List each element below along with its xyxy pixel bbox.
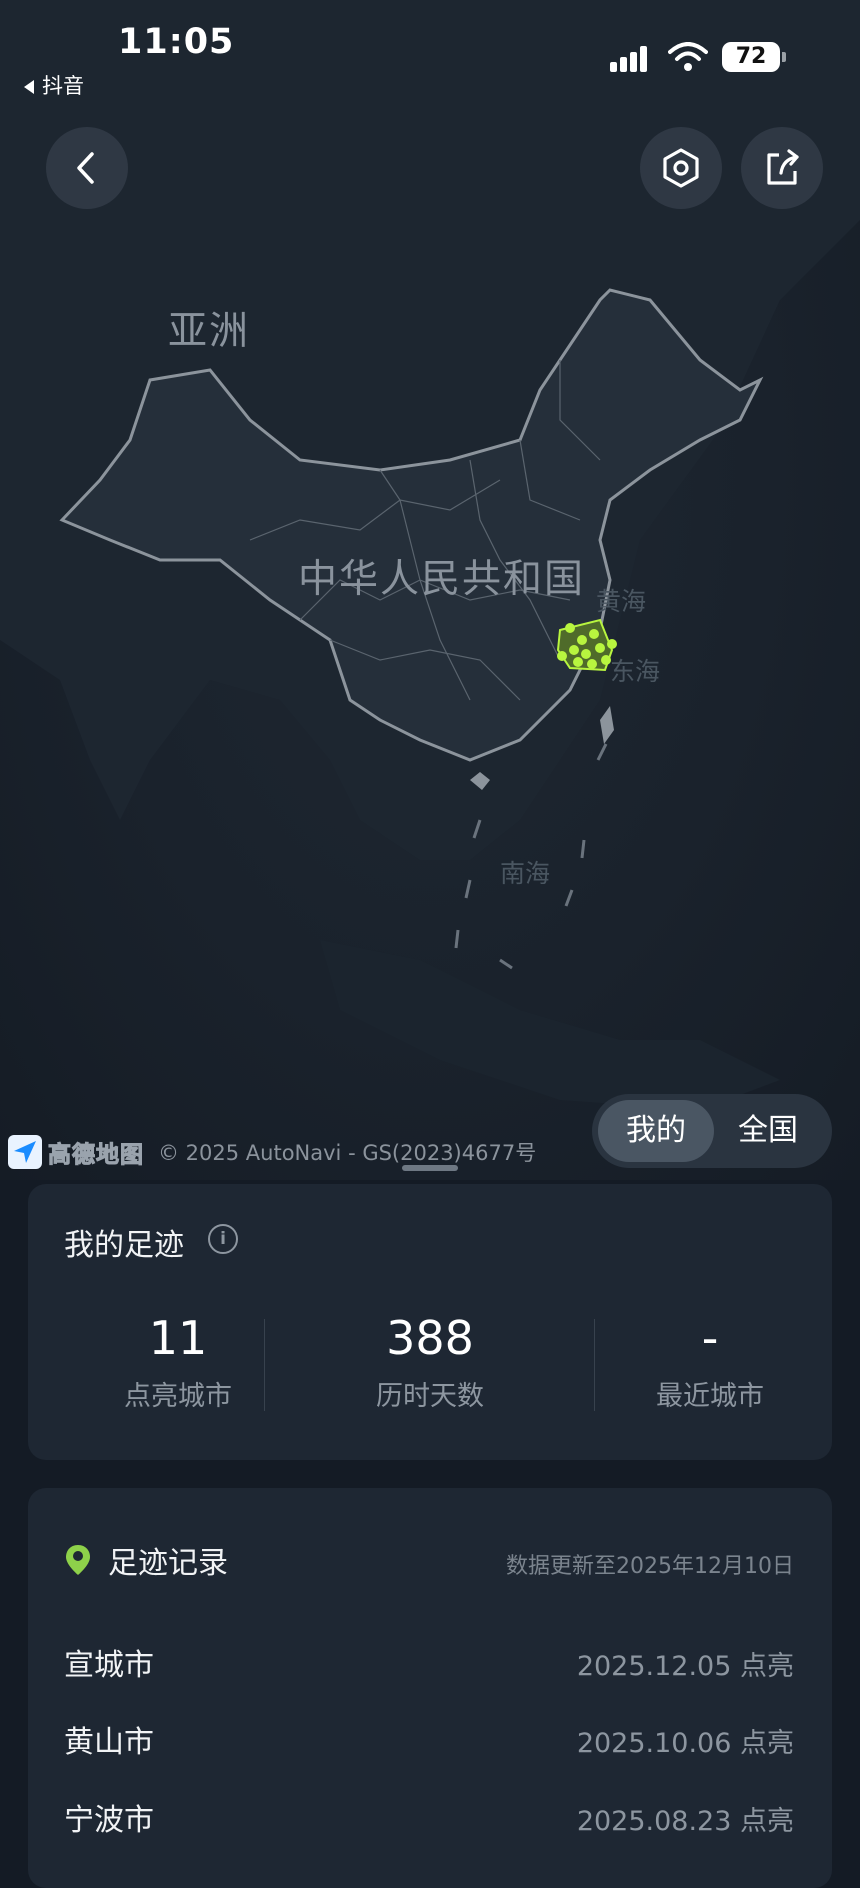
drag-handle[interactable]: [402, 1165, 458, 1171]
amap-logo: [8, 1135, 42, 1169]
map-label-south-sea: 南海: [500, 859, 551, 888]
city-dot: [587, 659, 597, 669]
battery-icon: 72: [722, 42, 780, 72]
amap-arrow-icon: [14, 1141, 36, 1163]
city-dot: [607, 639, 617, 649]
status-bar: 11:05 抖音 72: [0, 0, 860, 110]
footprint-records-card: 足迹记录 数据更新至2025年12月10日 宣城市 2025.12.05 点亮 …: [28, 1488, 832, 1888]
stat-label: 历时天数: [376, 1381, 484, 1412]
stat-value: 388: [386, 1311, 474, 1365]
map-label-country: 中华人民共和国: [298, 557, 586, 602]
stat-label: 最近城市: [656, 1381, 764, 1412]
map-copyright: © 2025 AutoNavi - GS(2023)4677号: [158, 1141, 537, 1165]
stat-lit-cities: 11 点亮城市: [58, 1310, 298, 1413]
share-button[interactable]: [741, 127, 823, 209]
info-icon[interactable]: i: [208, 1224, 238, 1254]
record-date: 2025.10.06 点亮: [576, 1728, 794, 1759]
city-dot: [565, 623, 575, 633]
record-row[interactable]: 黄山市 2025.10.06 点亮: [64, 1717, 794, 1767]
record-date: 2025.08.23 点亮: [576, 1806, 794, 1837]
battery-cap: [782, 52, 786, 62]
stat-days: 388 历时天数: [310, 1310, 550, 1413]
share-icon: [767, 149, 799, 185]
map-attribution: 高德地图 © 2025 AutoNavi - GS(2023)4677号: [8, 1134, 536, 1170]
back-app-label: 抖音: [42, 74, 84, 98]
stat-value: -: [701, 1311, 719, 1365]
city-dot: [595, 643, 605, 653]
settings-hexagon-icon: [663, 148, 699, 188]
footprint-summary-card: 我的足迹 i 11 点亮城市 388 历时天数 - 最近城市: [28, 1184, 832, 1460]
city-dot: [589, 629, 599, 639]
wifi-icon: [668, 42, 708, 71]
cellular-signal-icon: [610, 46, 654, 72]
footprint-map[interactable]: 亚洲 中华人民共和国 黄海 东海 南海: [0, 0, 860, 1180]
settings-button[interactable]: [640, 127, 722, 209]
records-update-time: 数据更新至2025年12月10日: [506, 1554, 794, 1579]
records-header: 足迹记录: [64, 1540, 228, 1581]
records-title: 足迹记录: [108, 1546, 228, 1581]
back-to-app-link[interactable]: 抖音: [24, 70, 84, 100]
city-dot: [557, 651, 567, 661]
city-dot: [569, 645, 579, 655]
location-pin-icon: [66, 1545, 90, 1575]
stat-recent-city: - 最近城市: [590, 1310, 830, 1413]
city-dot: [573, 657, 583, 667]
map-label-continent: 亚洲: [168, 309, 251, 354]
record-date: 2025.12.05 点亮: [576, 1651, 794, 1682]
taiwan-island: [600, 706, 614, 744]
map-label-east-sea: 东海: [610, 657, 661, 686]
stat-label: 点亮城市: [124, 1381, 232, 1412]
summary-title: 我的足迹: [64, 1228, 184, 1263]
city-dot: [581, 649, 591, 659]
back-triangle-icon: [24, 80, 34, 94]
chevron-left-icon: [77, 152, 94, 184]
island-landmass: [320, 940, 780, 1110]
toggle-mine[interactable]: 我的: [598, 1100, 714, 1162]
city-dot: [577, 635, 587, 645]
amap-logo-text: 高德地图: [48, 1142, 144, 1169]
record-city: 黄山市: [64, 1725, 154, 1760]
stat-divider: [264, 1319, 265, 1411]
map-label-yellow-sea: 黄海: [596, 587, 647, 616]
record-city: 宁波市: [64, 1803, 154, 1838]
scope-toggle[interactable]: 我的 全国: [592, 1094, 832, 1168]
stat-value: 11: [148, 1311, 208, 1365]
record-city: 宣城市: [64, 1648, 154, 1683]
toggle-national[interactable]: 全国: [710, 1100, 826, 1162]
record-row[interactable]: 宣城市 2025.12.05 点亮: [64, 1640, 794, 1690]
status-time: 11:05: [118, 22, 235, 62]
back-button[interactable]: [46, 127, 128, 209]
record-row[interactable]: 宁波市 2025.08.23 点亮: [64, 1795, 794, 1845]
